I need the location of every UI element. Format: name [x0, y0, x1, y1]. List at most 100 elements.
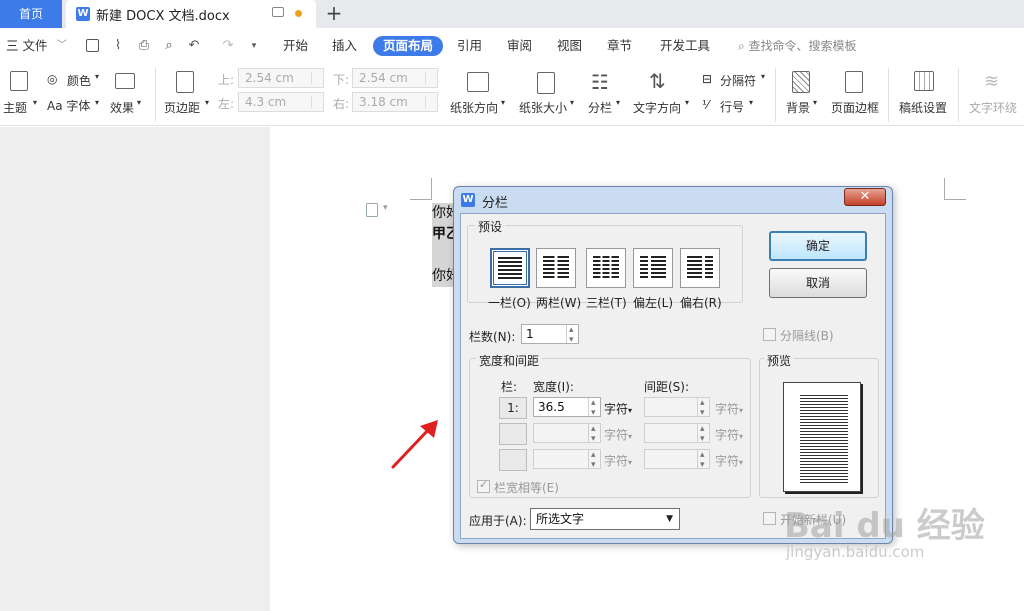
- menu-chapter[interactable]: 章节: [607, 36, 632, 56]
- text-wrap-icon[interactable]: ≋: [984, 71, 999, 92]
- columns-icon[interactable]: ☷: [591, 70, 609, 94]
- margins-chevron-icon[interactable]: ▾: [205, 98, 209, 107]
- format-painter-icon[interactable]: ⌇: [110, 38, 126, 54]
- menu-review[interactable]: 审阅: [507, 36, 532, 56]
- redo-icon[interactable]: ↷: [220, 38, 236, 54]
- column-spacing-input[interactable]: [644, 420, 710, 448]
- grid-paper-button[interactable]: 稿纸设置: [899, 99, 947, 116]
- text-wrap-button[interactable]: 文字环绕: [969, 99, 1017, 116]
- dialog-close-button[interactable]: ✕: [844, 188, 886, 206]
- background-chevron-icon[interactable]: ▾: [813, 98, 817, 107]
- separator-line-label[interactable]: 分隔线(B): [780, 327, 834, 344]
- save-icon[interactable]: [86, 39, 99, 52]
- dialog-title-bar[interactable]: W 分栏 ✕: [454, 187, 892, 213]
- column-width-input[interactable]: 36.5: [533, 394, 601, 422]
- menu-developer[interactable]: 开发工具: [660, 36, 710, 56]
- text-direction-button[interactable]: 文字方向: [633, 99, 681, 116]
- color-chevron-icon[interactable]: ▾: [95, 72, 99, 81]
- preset-left[interactable]: [633, 248, 673, 288]
- column-width-input[interactable]: [533, 420, 601, 448]
- width-unit-dropdown[interactable]: 字符▾: [604, 426, 632, 443]
- background-button[interactable]: 背景: [786, 99, 810, 116]
- column-spacing-spinner[interactable]: [697, 446, 709, 474]
- paper-size-button[interactable]: 纸张大小: [519, 99, 567, 116]
- column-spacing-input[interactable]: [644, 446, 710, 474]
- menu-start[interactable]: 开始: [283, 36, 308, 56]
- margins-button[interactable]: 页边距: [164, 99, 200, 116]
- font-chevron-icon[interactable]: ▾: [95, 98, 99, 107]
- column-spacing-spinner[interactable]: [697, 394, 709, 422]
- grid-paper-icon[interactable]: [914, 71, 934, 91]
- orientation-icon[interactable]: [467, 72, 489, 92]
- column-width-spinner[interactable]: [588, 394, 600, 422]
- home-tab[interactable]: 首页: [0, 0, 62, 28]
- paper-size-icon[interactable]: [537, 72, 555, 94]
- equal-width-label[interactable]: 栏宽相等(E): [494, 479, 559, 496]
- equal-width-checkbox[interactable]: [477, 478, 490, 493]
- effect-button[interactable]: 效果: [110, 99, 134, 116]
- effect-chevron-icon[interactable]: ▾: [137, 98, 141, 107]
- menu-insert[interactable]: 插入: [332, 36, 357, 56]
- undo-icon[interactable]: ↶: [186, 38, 202, 54]
- preset-two-columns-label[interactable]: 两栏(W): [536, 294, 581, 311]
- print-icon[interactable]: ⎙: [136, 38, 152, 54]
- cancel-button[interactable]: 取消: [769, 268, 867, 298]
- text-direction-chevron-icon[interactable]: ▾: [685, 98, 689, 107]
- page-border-button[interactable]: 页面边框: [831, 99, 879, 116]
- column-width-spinner[interactable]: [588, 420, 600, 448]
- file-menu[interactable]: 三 文件: [6, 36, 47, 56]
- columns-button[interactable]: 分栏: [588, 99, 612, 116]
- column-spacing-input[interactable]: [644, 394, 710, 422]
- page-border-icon[interactable]: [845, 71, 863, 93]
- separator-chevron-icon[interactable]: ▾: [761, 72, 765, 81]
- text-direction-icon[interactable]: ⇅: [649, 69, 666, 93]
- effect-icon[interactable]: [115, 73, 135, 89]
- preset-one-column[interactable]: [490, 248, 530, 288]
- spacing-unit-dropdown[interactable]: 字符▾: [715, 400, 743, 417]
- quick-access-chevron-icon[interactable]: ▾: [246, 38, 262, 54]
- print-preview-icon[interactable]: ⌕: [161, 38, 177, 54]
- ok-button[interactable]: 确定: [769, 231, 867, 261]
- column-width-input[interactable]: [533, 446, 601, 474]
- font-button[interactable]: Aa 字体: [47, 97, 90, 114]
- background-icon[interactable]: [792, 71, 810, 93]
- width-unit-dropdown[interactable]: 字符▾: [604, 400, 632, 417]
- paper-size-chevron-icon[interactable]: ▾: [570, 98, 574, 107]
- column-spacing-spinner[interactable]: [697, 420, 709, 448]
- menu-page-layout[interactable]: 页面布局: [373, 36, 444, 56]
- preset-two-columns[interactable]: [536, 248, 576, 288]
- num-columns-input[interactable]: 1: [521, 321, 579, 349]
- file-menu-chevron-icon[interactable]: ﹀: [57, 36, 67, 56]
- preset-right[interactable]: [680, 248, 720, 288]
- column-width-spinner[interactable]: [588, 446, 600, 474]
- separator-button[interactable]: 分隔符: [720, 72, 756, 89]
- spacing-unit-dropdown[interactable]: 字符▾: [715, 426, 743, 443]
- columns-chevron-icon[interactable]: ▾: [616, 98, 620, 107]
- menu-view[interactable]: 视图: [557, 36, 582, 56]
- document-tab[interactable]: W 新建 DOCX 文档.docx: [66, 0, 316, 28]
- width-unit-dropdown[interactable]: 字符▾: [604, 452, 632, 469]
- preset-one-column-label[interactable]: 一栏(O): [488, 294, 531, 311]
- num-columns-spinner[interactable]: [566, 321, 578, 349]
- margins-icon[interactable]: [176, 71, 194, 93]
- menu-references[interactable]: 引用: [457, 36, 482, 56]
- margin-top-input[interactable]: 2.54 cm: [238, 68, 324, 88]
- apply-to-select[interactable]: 所选文字 ▼: [530, 508, 680, 530]
- margin-left-input[interactable]: 4.3 cm: [238, 92, 324, 112]
- color-button[interactable]: 颜色: [67, 72, 91, 89]
- margin-right-input[interactable]: 3.18 cm: [352, 92, 438, 112]
- new-tab-button[interactable]: +: [322, 2, 346, 26]
- spacing-unit-dropdown[interactable]: 字符▾: [715, 452, 743, 469]
- preset-three-columns[interactable]: [586, 248, 626, 288]
- document-paragraph-icon[interactable]: [366, 203, 378, 217]
- line-number-chevron-icon[interactable]: ▾: [749, 98, 753, 107]
- preset-right-label[interactable]: 偏右(R): [680, 294, 722, 311]
- theme-chevron-icon[interactable]: ▾: [33, 98, 37, 107]
- orientation-button[interactable]: 纸张方向: [450, 99, 498, 116]
- document-paragraph-chevron-icon[interactable]: ▾: [383, 203, 388, 213]
- margin-bottom-input[interactable]: 2.54 cm: [352, 68, 438, 88]
- line-number-button[interactable]: 行号: [720, 98, 744, 115]
- command-search[interactable]: ⌕ 查找命令、搜索模板: [738, 36, 857, 56]
- theme-button[interactable]: 主题: [3, 99, 27, 116]
- preset-left-label[interactable]: 偏左(L): [633, 294, 673, 311]
